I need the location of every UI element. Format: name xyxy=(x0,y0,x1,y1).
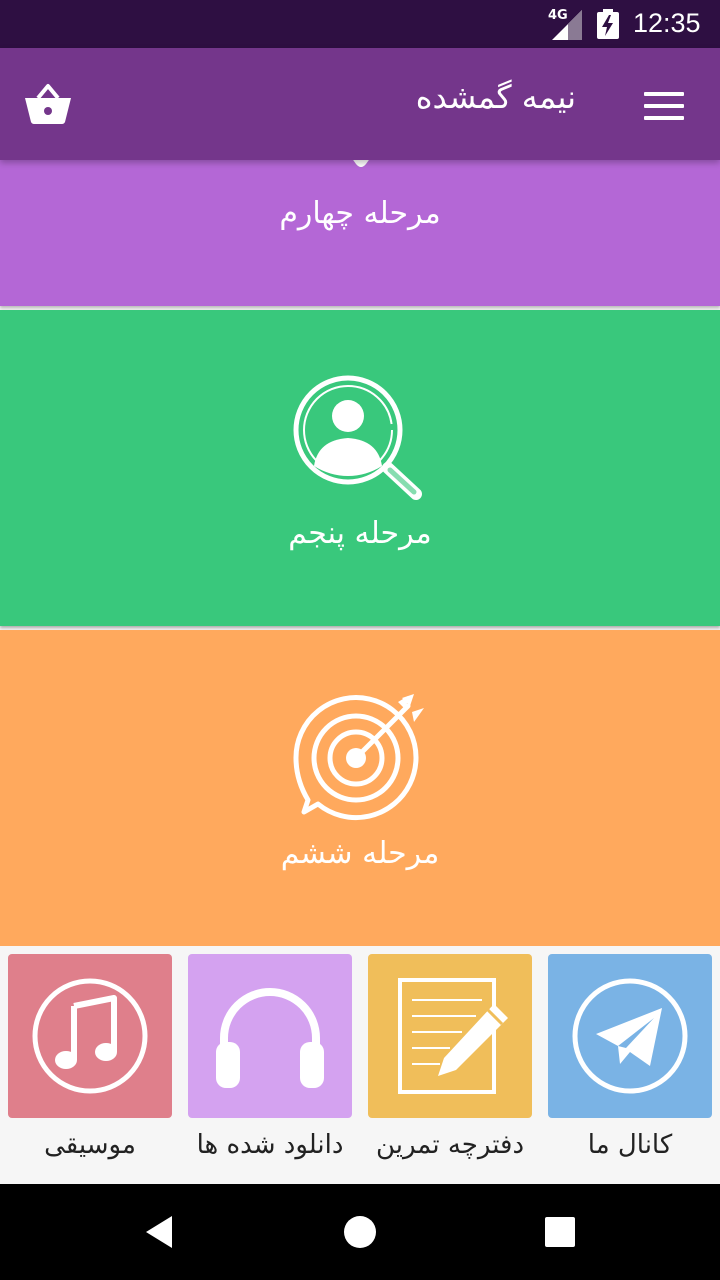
music-button[interactable] xyxy=(8,954,172,1118)
recents-square-icon[interactable] xyxy=(540,1212,580,1252)
music-label[interactable]: موسیقی xyxy=(0,1130,180,1160)
stage-five-card[interactable]: مرحله پنجم xyxy=(0,310,720,626)
stage-four-label: مرحله چهارم xyxy=(279,196,441,231)
stage-five-label: مرحله پنجم xyxy=(288,516,432,551)
menu-button[interactable] xyxy=(640,88,688,124)
telegram-icon xyxy=(572,978,688,1094)
notebook-button[interactable] xyxy=(368,954,532,1118)
home-circle-icon[interactable] xyxy=(340,1212,380,1252)
status-bar: 4G 12:35 xyxy=(0,0,720,48)
notebook-pencil-icon xyxy=(398,978,508,1094)
battery-charging-icon xyxy=(597,9,619,39)
target-arrow-icon xyxy=(293,694,424,820)
downloads-button[interactable] xyxy=(188,954,352,1118)
telegram-channel-button[interactable] xyxy=(548,954,712,1118)
stage-six-label: مرحله ششم xyxy=(280,836,440,871)
back-triangle-icon[interactable] xyxy=(140,1212,180,1252)
downloads-label[interactable]: دانلود شده ها xyxy=(180,1130,360,1160)
clock: 12:35 xyxy=(633,8,701,38)
system-nav-bar xyxy=(0,1184,720,1280)
bottom-menu: موسیقی دانلود شده ها دفترچه تمرین کانال … xyxy=(0,946,720,1184)
shopping-basket-icon xyxy=(25,84,71,124)
app-bar: نیمه گمشده xyxy=(0,48,720,160)
headphones-icon xyxy=(216,988,324,1088)
notebook-label[interactable]: دفترچه تمرین xyxy=(360,1130,540,1160)
stage-four-card[interactable]: مرحله چهارم xyxy=(0,150,720,306)
page-title: نیمه گمشده xyxy=(415,78,576,116)
signal-icon xyxy=(552,10,582,40)
hamburger-menu-icon xyxy=(644,92,684,96)
cart-button[interactable] xyxy=(22,82,74,126)
music-note-icon xyxy=(32,978,148,1094)
person-search-icon xyxy=(293,375,422,500)
stage-six-card[interactable]: مرحله ششم xyxy=(0,630,720,946)
telegram-channel-label[interactable]: کانال ما xyxy=(540,1130,720,1160)
